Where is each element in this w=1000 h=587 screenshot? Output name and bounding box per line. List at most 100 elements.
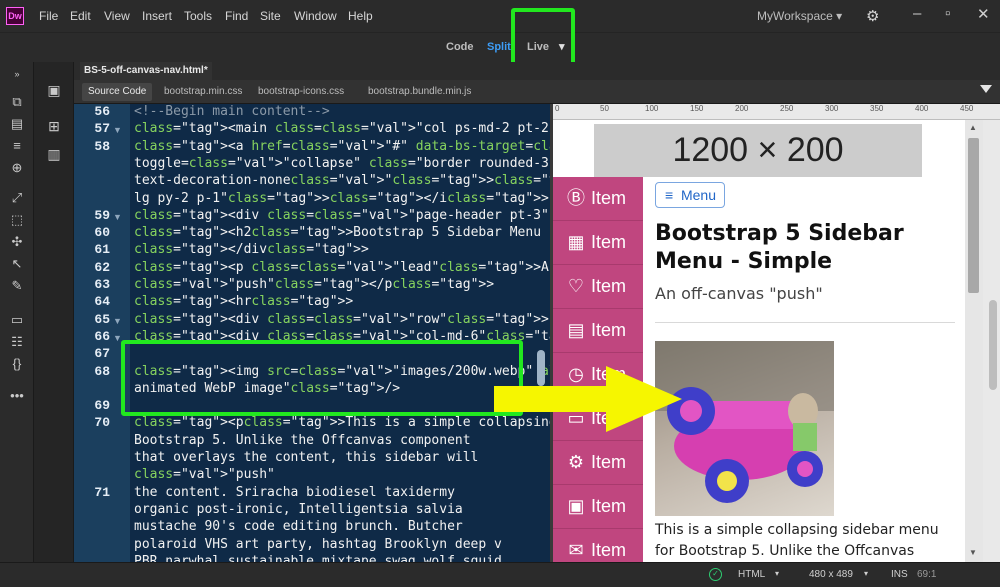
line-number: 62 xyxy=(94,259,110,275)
assets-icon[interactable]: ▣ xyxy=(44,82,64,100)
menu-tools[interactable]: Tools xyxy=(184,9,212,23)
sidebar-item-label: Item xyxy=(591,540,627,560)
minimize-icon[interactable]: – xyxy=(913,5,921,22)
code-line: class="val">"push"class="tag"></pclass="… xyxy=(134,277,495,292)
chevron-down-icon[interactable]: ▾ xyxy=(775,569,779,578)
sync-settings-icon[interactable]: ⚙ xyxy=(866,7,879,25)
code-line: class="tag"></divclass="tag">> xyxy=(134,242,369,258)
bricks-icon: ▤ xyxy=(567,320,585,340)
code-line: <!--Begin main content--> xyxy=(134,104,330,119)
sidebar-item[interactable]: ▦ Item xyxy=(553,221,643,265)
sidebar-item[interactable]: ▣ Item xyxy=(553,485,643,529)
film-icon: ▦ xyxy=(567,232,585,252)
move-icon[interactable]: ✣ xyxy=(9,234,25,250)
line-number: 69 xyxy=(94,398,110,414)
source-code-tab[interactable]: Source Code xyxy=(82,83,153,101)
list-icon[interactable]: ≡ xyxy=(9,138,25,154)
sidebar-item[interactable]: ▤ Item xyxy=(553,309,643,353)
target-icon[interactable]: ⊕ xyxy=(9,160,25,176)
related-file-tab[interactable]: bootstrap.bundle.min.js xyxy=(368,86,471,97)
menu-help[interactable]: Help xyxy=(348,9,373,23)
line-number: 61 xyxy=(94,242,110,258)
sidebar-item[interactable]: ⚙ Item xyxy=(553,441,643,485)
menu-insert[interactable]: Insert xyxy=(142,9,172,23)
document-type[interactable]: HTML xyxy=(738,569,765,580)
fold-toggle-icon[interactable]: ▼ xyxy=(113,316,122,326)
checkmark-icon[interactable]: ✓ xyxy=(709,568,722,581)
img-code-highlight-box xyxy=(121,340,523,416)
ruler-tick: 300 xyxy=(825,104,839,113)
code-line: class="tag"><hrclass="tag">> xyxy=(134,294,354,310)
ruler-tick: 200 xyxy=(735,104,749,113)
pointer-icon[interactable]: ↖ xyxy=(9,256,25,272)
file-icon[interactable]: ▤ xyxy=(9,116,25,132)
expand-icon[interactable]: ⤢ xyxy=(9,190,25,206)
select-icon[interactable]: ⬚ xyxy=(9,212,25,228)
ruler-tick: 250 xyxy=(780,104,794,113)
live-view[interactable]: 1200 × 200 ⒷItem▦Item♡Item▤Item◷Item▭Ite… xyxy=(553,120,965,562)
window-size[interactable]: 480 x 489 xyxy=(809,569,853,580)
related-file-tab[interactable]: bootstrap-icons.css xyxy=(258,86,344,97)
code-line: mustache 90's code editing brunch. Butch… xyxy=(134,519,463,535)
sidebar-item-label: Item xyxy=(591,276,627,296)
more-icon[interactable]: ••• xyxy=(9,388,25,404)
menu-window[interactable]: Window xyxy=(294,9,337,23)
dreamweaver-logo: Dw xyxy=(6,7,24,25)
code-icon[interactable]: ⧉ xyxy=(9,94,25,110)
fold-toggle-icon[interactable]: ▼ xyxy=(113,125,122,135)
ruler-tick: 150 xyxy=(690,104,704,113)
menu-button[interactable]: ≡ Menu xyxy=(655,182,725,208)
brush-icon[interactable]: ✎ xyxy=(9,278,25,294)
workspace-label: MyWorkspace xyxy=(757,9,833,23)
sidebar-item-label: Item xyxy=(591,188,627,208)
document-tab[interactable]: BS-5-off-canvas-nav.html* xyxy=(80,62,212,80)
insert-icon[interactable]: ▥ xyxy=(44,146,64,164)
sidebar-item-label: Item xyxy=(591,496,627,516)
menu-site[interactable]: Site xyxy=(260,9,281,23)
braces-icon[interactable]: {} xyxy=(9,356,25,372)
sidebar-item-label: Item xyxy=(591,452,627,472)
placeholder-image: 1200 × 200 xyxy=(594,124,922,177)
dom-tree-icon[interactable]: ⊞ xyxy=(44,118,64,136)
menu-edit[interactable]: Edit xyxy=(70,9,91,23)
format-icon[interactable]: ☷ xyxy=(9,334,25,350)
line-number: 70 xyxy=(94,415,110,431)
maximize-icon[interactable]: ▫ xyxy=(945,5,950,22)
workspace-switcher[interactable]: MyWorkspace ▾ xyxy=(757,9,842,23)
list-icon: ≡ xyxy=(665,187,674,203)
menu-find[interactable]: Find xyxy=(225,9,248,23)
expand-panels-icon[interactable]: » xyxy=(9,66,25,82)
outer-scrollbar-thumb[interactable] xyxy=(989,300,997,390)
sidebar-item[interactable]: Ⓑ Item xyxy=(553,177,643,221)
line-number: 59 xyxy=(94,207,110,223)
menu-file[interactable]: File xyxy=(39,9,58,23)
related-files-bar: Source Code bootstrap.min.css bootstrap-… xyxy=(74,80,1000,104)
related-file-tab[interactable]: bootstrap.min.css xyxy=(164,86,242,97)
cursor-position: 69:1 xyxy=(917,569,937,580)
insert-mode[interactable]: INS xyxy=(891,569,908,580)
lead-paragraph: An off-canvas "push" xyxy=(655,284,823,303)
sidebar-item-label: Item xyxy=(591,232,627,252)
comment-icon[interactable]: ▭ xyxy=(9,312,25,328)
scroll-up-icon[interactable]: ▲ xyxy=(969,123,977,132)
status-bar: ✓ HTML ▾ 480 x 489 ▾ INS 69:1 xyxy=(0,562,1000,587)
menu-view[interactable]: View xyxy=(104,9,130,23)
side-panel: ▣ ⊞ ▥ xyxy=(34,62,74,587)
sidebar-item[interactable]: ♡ Item xyxy=(553,265,643,309)
line-number: 68 xyxy=(94,363,110,379)
sidebar-item-label: Item xyxy=(591,320,627,340)
close-icon[interactable]: ✕ xyxy=(977,5,990,23)
split-view-button[interactable]: Split xyxy=(487,41,511,53)
code-view-button[interactable]: Code xyxy=(446,41,474,53)
live-scrollbar-thumb[interactable] xyxy=(968,138,979,293)
calendar-icon: ▣ xyxy=(567,496,585,516)
filter-icon[interactable] xyxy=(980,85,992,93)
chevron-down-icon[interactable]: ▾ xyxy=(864,569,868,578)
document-tab-bar: BS-5-off-canvas-nav.html* xyxy=(74,62,1000,80)
horizontal-ruler: 0 50 100 150 200 250 300 350 400 450 xyxy=(553,104,1000,120)
fold-toggle-icon[interactable]: ▼ xyxy=(113,212,122,222)
tool-rail: » ⧉ ▤ ≡ ⊕ ⤢ ⬚ ✣ ↖ ✎ ▭ ☷ {} ••• xyxy=(0,62,34,587)
scroll-down-icon[interactable]: ▼ xyxy=(969,548,977,557)
ruler-tick: 350 xyxy=(870,104,884,113)
sidebar-item[interactable]: ✉ Item xyxy=(553,529,643,562)
